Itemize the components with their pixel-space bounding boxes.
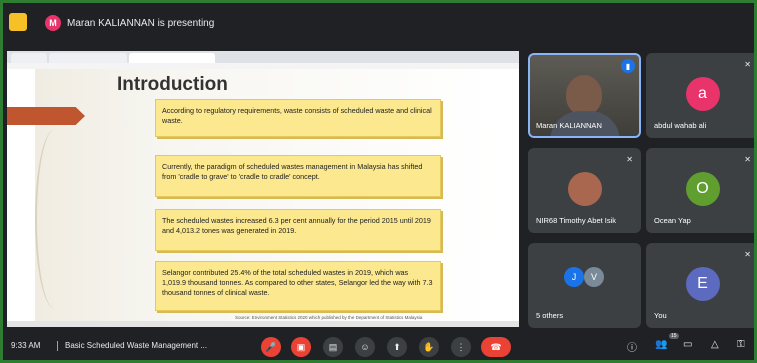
presenter-pill[interactable]: M Maran KALIANNAN is presenting xyxy=(41,12,224,34)
divider xyxy=(57,341,58,351)
participant-tile[interactable]: ✕ O Ocean Yap xyxy=(646,148,754,233)
browser-tab[interactable] xyxy=(11,53,47,63)
info-icon[interactable]: ⓘ xyxy=(627,339,637,354)
participant-tile-self[interactable]: ✕ E You xyxy=(646,243,754,328)
activities-icon[interactable]: △ xyxy=(711,339,719,350)
mic-off-icon: ✕ xyxy=(744,60,751,69)
participant-name: Ocean Yap xyxy=(654,216,691,225)
presenter-label: Maran KALIANNAN is presenting xyxy=(67,17,215,29)
participant-avatar: O xyxy=(685,172,720,206)
mic-off-icon: ✕ xyxy=(744,250,751,259)
camera-off-icon[interactable]: ▣ xyxy=(291,337,311,357)
leaf-decoration xyxy=(35,129,75,309)
participant-name: Maran KALIANNAN xyxy=(536,121,602,130)
meet-app-icon[interactable] xyxy=(9,13,27,31)
browser-tabs xyxy=(7,51,519,63)
mic-off-icon: ✕ xyxy=(744,155,751,164)
participant-name: You xyxy=(654,311,667,320)
chat-icon[interactable]: ▭ xyxy=(683,339,692,350)
participant-avatar: V xyxy=(584,267,604,287)
slide-title: Introduction xyxy=(117,74,228,95)
slide-source: Source: Environment Statistics 2020 whic… xyxy=(235,315,423,320)
participant-photo xyxy=(567,172,602,206)
people-icon[interactable]: 👥 xyxy=(655,339,667,350)
slide-bullet: Selangor contributed 25.4% of the total … xyxy=(155,261,441,311)
participant-name: NIR68 Timothy Abet Isik xyxy=(536,216,617,225)
participant-name: abdul wahab ali xyxy=(654,121,707,130)
slide-bullet: According to regulatory requirements, wa… xyxy=(155,99,441,137)
captions-icon[interactable]: ▤ xyxy=(323,337,343,357)
presenter-bar: M Maran KALIANNAN is presenting xyxy=(3,3,754,43)
end-call-icon[interactable]: ☎ xyxy=(481,337,511,357)
participant-count-badge: 15 xyxy=(669,333,679,339)
shared-screen: Introduction According to regulatory req… xyxy=(7,51,519,327)
browser-tab[interactable] xyxy=(49,53,127,63)
mic-off-icon: ✕ xyxy=(626,155,633,164)
presentation-slide: Introduction According to regulatory req… xyxy=(7,69,495,327)
participant-avatar: E xyxy=(685,267,720,301)
participant-name: 5 others xyxy=(536,311,564,320)
participant-tile-others[interactable]: J V 5 others xyxy=(528,243,641,328)
slide-bullet: Currently, the paradigm of scheduled was… xyxy=(155,155,441,197)
participant-tile[interactable]: ▮ Maran KALIANNAN xyxy=(528,53,641,138)
browser-tab[interactable] xyxy=(129,53,215,63)
arrow-decoration xyxy=(7,107,85,125)
meeting-controls-bar: 9:33 AM Basic Scheduled Waste Management… xyxy=(3,333,754,360)
raise-hand-icon[interactable]: ✋ xyxy=(419,337,439,357)
more-icon[interactable]: ⋮ xyxy=(451,337,471,357)
emoji-icon[interactable]: ☺ xyxy=(355,337,375,357)
slide-statusbar xyxy=(7,321,519,327)
meeting-title: Basic Scheduled Waste Management ... xyxy=(65,341,207,350)
presenter-avatar: M xyxy=(45,15,61,31)
participant-tile[interactable]: ✕ NIR68 Timothy Abet Isik xyxy=(528,148,641,233)
mic-off-icon[interactable]: 🎤 xyxy=(261,337,281,357)
slide-bullet: The scheduled wastes increased 6.3 per c… xyxy=(155,209,441,251)
participant-tile[interactable]: ✕ a abdul wahab ali xyxy=(646,53,754,138)
host-controls-icon[interactable]: ⚿ xyxy=(737,339,745,350)
present-icon[interactable]: ⬆ xyxy=(387,337,407,357)
participant-avatar: a xyxy=(685,77,720,111)
participant-avatar: J xyxy=(564,267,584,287)
meet-window: M Maran KALIANNAN is presenting Introduc… xyxy=(3,3,754,360)
clock: 9:33 AM xyxy=(11,341,41,350)
